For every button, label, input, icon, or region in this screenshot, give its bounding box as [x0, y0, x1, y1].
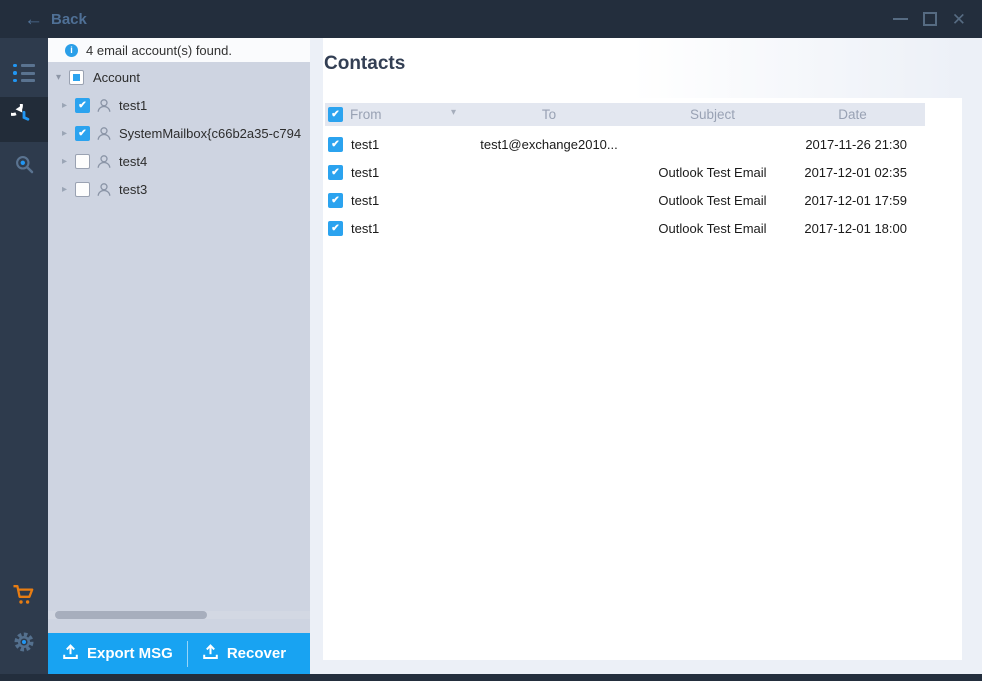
sort-arrow-icon[interactable]: ▾	[451, 107, 456, 118]
tree-item-label: SystemMailbox{c66b2a35-c794	[119, 126, 301, 141]
table-row[interactable]: test1 Outlook Test Email 2017-12-01 18:0…	[325, 214, 925, 242]
back-button[interactable]: ← Back	[24, 10, 87, 29]
table-row[interactable]: test1 Outlook Test Email 2017-12-01 02:3…	[325, 158, 925, 186]
horizontal-scrollbar[interactable]	[48, 611, 310, 619]
table-header: From ▾ To Subject Date	[325, 103, 925, 126]
status-bar: i 4 email account(s) found.	[48, 38, 310, 62]
root-checkbox[interactable]	[69, 70, 84, 85]
contacts-card: Contacts From ▾ To Subject Date test1 te…	[323, 38, 962, 660]
status-message: 4 email account(s) found.	[86, 43, 232, 58]
app-window: ← Back ✕	[0, 0, 982, 681]
cell-from: test1	[351, 137, 379, 152]
sidebar-item-list[interactable]	[0, 50, 48, 96]
window-controls: ✕	[893, 11, 966, 28]
select-all-checkbox[interactable]	[328, 107, 343, 122]
table-row[interactable]: test1 Outlook Test Email 2017-12-01 17:5…	[325, 186, 925, 214]
cell-from: test1	[351, 221, 379, 236]
tree-item-label: test4	[119, 154, 147, 169]
restore-clock-icon	[11, 104, 37, 135]
cell-from: test1	[351, 193, 379, 208]
list-icon	[13, 64, 35, 83]
cell-to: test1@exchange2010...	[453, 137, 645, 152]
export-msg-label: Export MSG	[87, 645, 173, 662]
tree-items: ▸ test1 ▸ SystemMailbox{c66b2a35-c794 ▸	[48, 91, 310, 203]
row-checkbox[interactable]	[328, 221, 343, 236]
action-bar: Export MSG Recover	[48, 633, 310, 674]
cell-date: 2017-11-26 21:30	[780, 137, 925, 152]
user-icon	[96, 126, 112, 141]
scrollbar-thumb[interactable]	[55, 611, 207, 619]
back-arrow-icon: ←	[24, 10, 43, 29]
cell-subject: Outlook Test Email	[645, 221, 780, 236]
column-to[interactable]: To	[453, 107, 645, 122]
tree-item-checkbox[interactable]	[75, 182, 90, 197]
sidebar-item-recover[interactable]	[0, 97, 48, 142]
recover-button[interactable]: Recover	[188, 633, 300, 674]
user-icon	[96, 154, 112, 169]
search-icon	[14, 154, 35, 180]
column-date[interactable]: Date	[780, 107, 925, 122]
accounts-panel: i 4 email account(s) found. ▾ Account ▸ …	[48, 38, 310, 674]
page-title: Contacts	[324, 53, 962, 75]
gear-icon	[12, 630, 36, 659]
tree-item-label: test3	[119, 182, 147, 197]
cell-date: 2017-12-01 18:00	[780, 221, 925, 236]
upload-icon	[62, 644, 79, 664]
maximize-button[interactable]	[923, 12, 937, 26]
window-bottom-edge	[0, 674, 982, 681]
column-subject[interactable]: Subject	[645, 107, 780, 122]
main-content: Contacts From ▾ To Subject Date test1 te…	[310, 38, 982, 674]
sidebar-item-settings[interactable]	[0, 621, 48, 667]
tree-item[interactable]: ▸ SystemMailbox{c66b2a35-c794	[48, 119, 310, 147]
shopping-cart-icon	[12, 584, 36, 611]
chevron-right-icon[interactable]: ▸	[62, 184, 75, 195]
cell-date: 2017-12-01 02:35	[780, 165, 925, 180]
tree-item-checkbox[interactable]	[75, 98, 90, 113]
minimize-button[interactable]	[893, 18, 908, 20]
close-button[interactable]: ✕	[952, 11, 966, 28]
recover-label: Recover	[227, 645, 286, 662]
info-icon: i	[65, 44, 78, 57]
cell-subject: Outlook Test Email	[645, 193, 780, 208]
chevron-down-icon[interactable]: ▾	[56, 72, 69, 83]
row-checkbox[interactable]	[328, 137, 343, 152]
cell-date: 2017-12-01 17:59	[780, 193, 925, 208]
column-from[interactable]: From	[350, 107, 382, 122]
tree-root-label: Account	[93, 70, 140, 85]
cell-from: test1	[351, 165, 379, 180]
back-label: Back	[51, 11, 87, 28]
titlebar: ← Back ✕	[0, 0, 982, 38]
user-icon	[96, 98, 112, 113]
export-msg-button[interactable]: Export MSG	[48, 633, 187, 674]
row-checkbox[interactable]	[328, 193, 343, 208]
chevron-right-icon[interactable]: ▸	[62, 128, 75, 139]
table-body: test1 test1@exchange2010... 2017-11-26 2…	[325, 130, 925, 242]
icon-sidebar	[0, 38, 48, 674]
tree-root-account[interactable]: ▾ Account	[48, 63, 310, 91]
tree-item[interactable]: ▸ test1	[48, 91, 310, 119]
sidebar-item-search[interactable]	[0, 144, 48, 190]
tree-item-label: test1	[119, 98, 147, 113]
upload-icon	[202, 644, 219, 664]
tree-item-checkbox[interactable]	[75, 154, 90, 169]
row-checkbox[interactable]	[328, 165, 343, 180]
user-icon	[96, 182, 112, 197]
cell-subject: Outlook Test Email	[645, 165, 780, 180]
tree-item-checkbox[interactable]	[75, 126, 90, 141]
table-row[interactable]: test1 test1@exchange2010... 2017-11-26 2…	[325, 130, 925, 158]
sidebar-item-buy[interactable]	[0, 574, 48, 620]
tree-item[interactable]: ▸ test3	[48, 175, 310, 203]
tree-item[interactable]: ▸ test4	[48, 147, 310, 175]
account-tree: ▾ Account ▸ test1 ▸ SystemMailbox{c66b2a…	[48, 62, 310, 203]
chevron-right-icon[interactable]: ▸	[62, 156, 75, 167]
chevron-right-icon[interactable]: ▸	[62, 100, 75, 111]
